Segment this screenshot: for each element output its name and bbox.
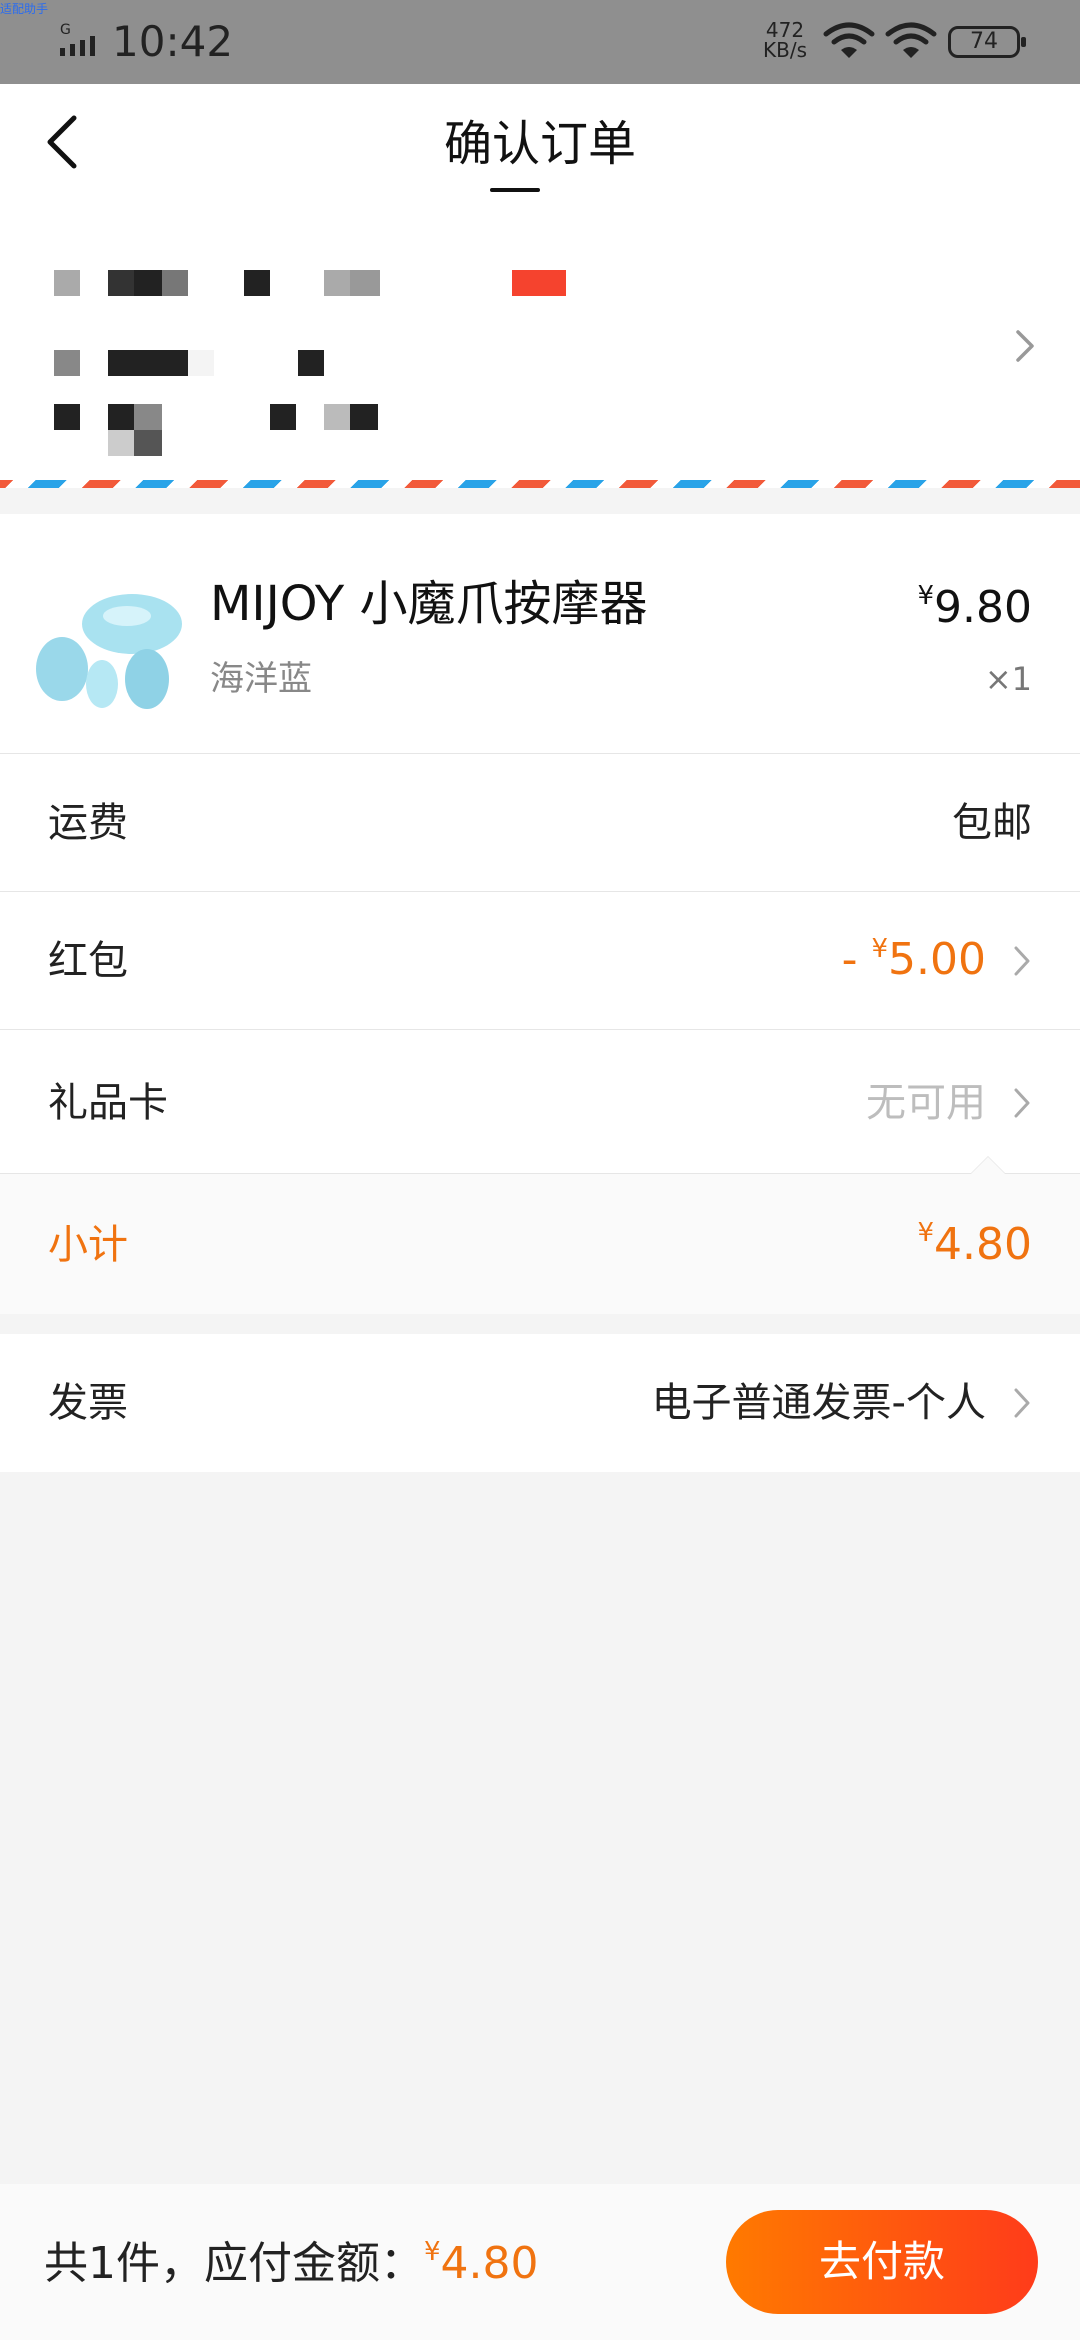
gift-card-value: 无可用 [866,1080,986,1126]
shipping-row: 运费 包邮 [0,754,1080,892]
price-value: 9.80 [934,582,1032,633]
chevron-right-icon [1016,330,1034,362]
page-title: 确认订单 [443,116,636,172]
gift-card-row[interactable]: 礼品卡 无可用 [0,1030,1080,1174]
invoice-row[interactable]: 发票 电子普通发票-个人 [0,1334,1080,1472]
subtotal-label: 小计 [48,1222,128,1268]
payment-summary: 共1件，应付金额：¥4.80 [44,2234,539,2294]
wifi-secondary-icon [885,22,937,58]
chevron-right-icon [1014,946,1030,976]
product-name: MIJOY 小魔爪按摩器 [210,576,648,632]
status-corner-text: 适配助手 [0,2,49,16]
product-thumbnail [36,594,182,709]
shipping-value: 包邮 [952,800,1032,846]
title-underline [490,188,540,192]
status-time: 10:42 [112,17,234,66]
invoice-value: 电子普通发票-个人 [651,1380,986,1426]
product-quantity: ×1 [984,660,1032,698]
battery-icon: 74 [948,26,1026,58]
status-bar: 适配助手 G 10:42 472 KB/s 74 [0,0,1080,84]
chevron-right-icon [1014,1088,1030,1118]
wifi-icon [823,22,875,58]
net-speed-unit: KB/s [763,38,807,62]
dropdown-notch [970,1156,1006,1174]
chevron-right-icon [1014,1388,1030,1418]
invoice-label: 发票 [48,1380,128,1426]
airmail-divider [0,480,1080,488]
net-speed: 472 KB/s [760,20,810,60]
shipping-label: 运费 [48,800,128,846]
product-item[interactable]: MIJOY 小魔爪按摩器 海洋蓝 ¥9.80 ×1 [0,514,1080,754]
product-variant: 海洋蓝 [210,659,312,699]
summary-prefix: 共1件，应付金额： [44,2238,424,2289]
red-packet-row[interactable]: 红包 - ¥5.00 [0,892,1080,1030]
red-packet-value: - ¥5.00 [841,934,986,985]
product-price: ¥9.80 [917,578,1032,638]
cell-signal-icon: G [60,22,95,56]
gift-card-label: 礼品卡 [48,1080,168,1126]
subtotal-value: ¥4.80 [917,1218,1032,1270]
price-currency: ¥ [917,581,935,611]
red-packet-label: 红包 [48,938,128,984]
subtotal-row: 小计 ¥4.80 [0,1174,1080,1314]
summary-currency: ¥ [424,2237,441,2267]
pay-button[interactable]: 去付款 [726,2210,1038,2314]
address-card[interactable] [0,204,1080,482]
summary-amount: 4.80 [440,2238,539,2289]
nav-header: 确认订单 [0,84,1080,204]
checkout-bar: 共1件，应付金额：¥4.80 去付款 [0,2184,1080,2340]
net-speed-value: 472 [765,18,805,42]
network-type-label: G [60,22,71,38]
